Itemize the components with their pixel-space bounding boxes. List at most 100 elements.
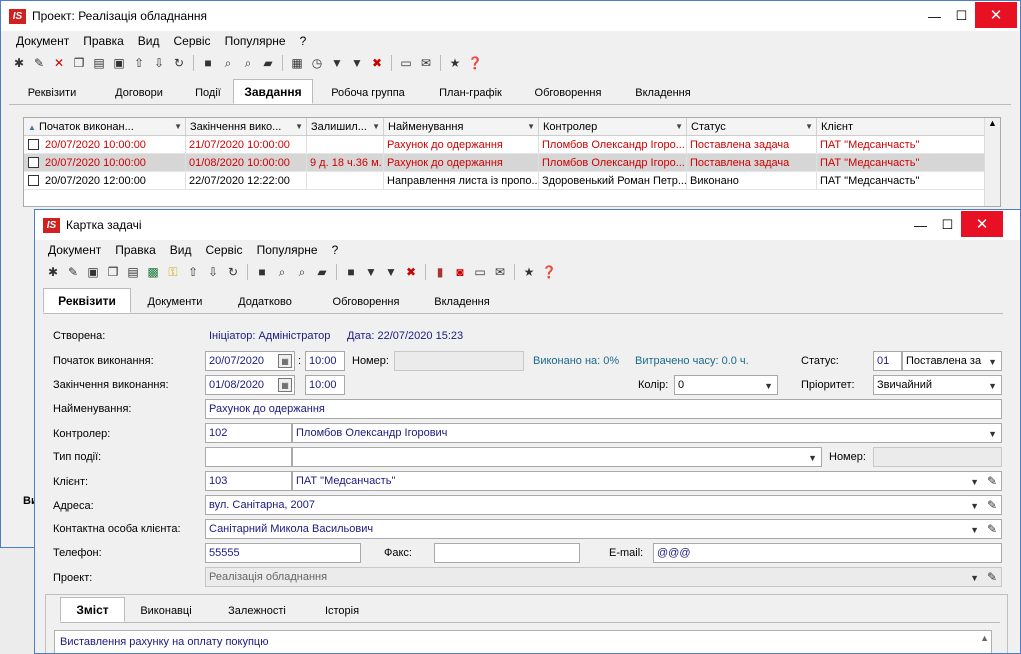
card-star-icon[interactable]: ★ — [519, 262, 539, 282]
col-end[interactable]: Закінчення вико... ▼ — [186, 118, 307, 135]
card-filter-clear-icon[interactable]: ✖ — [401, 262, 421, 282]
pencil-icon[interactable]: ✎ — [987, 570, 997, 584]
bottom-tab-executors[interactable]: Виконавці — [125, 599, 207, 622]
card-export-icon[interactable]: ⇧ — [183, 262, 203, 282]
table-row[interactable]: 20/07/2020 12:00:00 22/07/2020 12:22:00 На… — [24, 172, 1000, 190]
card-pin-icon[interactable]: ▰ — [312, 262, 332, 282]
grid-scrollbar[interactable]: ▲ — [984, 118, 1000, 206]
card-tab-attachments[interactable]: Вкладення — [421, 290, 503, 313]
excel-icon[interactable]: ▩ — [143, 262, 163, 282]
tab-schedule[interactable]: План-графік — [423, 81, 518, 104]
square-icon[interactable]: ■ — [198, 53, 218, 73]
phone-field[interactable]: 55555 — [205, 543, 361, 563]
menu-view[interactable]: Вид — [131, 34, 167, 48]
card-filter-add-icon[interactable]: ▼ — [381, 262, 401, 282]
print-icon[interactable]: ▤ — [89, 53, 109, 73]
card-import-icon[interactable]: ⇩ — [203, 262, 223, 282]
filter-add-icon[interactable]: ▼ — [347, 53, 367, 73]
tab-attachments[interactable]: Вкладення — [618, 81, 708, 104]
start-calendar-icon[interactable]: ▦ — [278, 354, 292, 368]
end-time-field[interactable]: 10:00 — [305, 375, 345, 395]
controller-code-field[interactable]: 102 — [205, 423, 292, 443]
pencil-icon[interactable]: ✎ — [987, 474, 997, 488]
name-field[interactable]: Рахунок до одержання — [205, 399, 1002, 419]
card-menu-popular[interactable]: Популярне — [250, 243, 325, 257]
table-row[interactable]: 20/07/2020 10:00:00 01/08/2020 10:00:00 9 … — [24, 154, 1000, 172]
status-select[interactable]: Поставлена за ▼ — [902, 351, 1002, 371]
refresh-icon[interactable]: ↻ — [169, 53, 189, 73]
client-code-field[interactable]: 103 — [205, 471, 292, 491]
card-filter-icon[interactable]: ▼ — [361, 262, 381, 282]
tab-tasks[interactable]: Завдання — [233, 79, 313, 104]
end-calendar-icon[interactable]: ▦ — [278, 378, 292, 392]
col-controller[interactable]: Контролер ▼ — [539, 118, 687, 135]
card-tab-discussion[interactable]: Обговорення — [311, 290, 421, 313]
edit-icon[interactable]: ✎ — [29, 53, 49, 73]
card-new-icon[interactable]: ✱ — [43, 262, 63, 282]
col-name[interactable]: Найменування ▼ — [384, 118, 539, 135]
col-start[interactable]: ▲ Початок виконан... ▼ — [24, 118, 186, 135]
pencil-icon[interactable]: ✎ — [987, 498, 997, 512]
tab-workgroup[interactable]: Робоча группа — [313, 81, 423, 104]
card-print-icon[interactable]: ▤ — [123, 262, 143, 282]
row-checkbox[interactable] — [28, 157, 39, 168]
table-icon[interactable]: ▦ — [287, 53, 307, 73]
minimize-icon[interactable]: — — [921, 1, 948, 31]
mail-icon[interactable]: ✉ — [416, 53, 436, 73]
calendar-icon[interactable]: ◷ — [307, 53, 327, 73]
export-icon[interactable]: ⇧ — [129, 53, 149, 73]
search-next-icon[interactable]: ⌕ — [238, 53, 258, 73]
table-row[interactable]: 20/07/2020 10:00:00 21/07/2020 10:00:00 Ра… — [24, 136, 1000, 154]
card-tab-documents[interactable]: Документи — [131, 290, 219, 313]
maximize-icon[interactable]: ☐ — [948, 1, 975, 31]
scroll-up-icon[interactable]: ▲ — [980, 633, 989, 643]
card-edit-icon[interactable]: ✎ — [63, 262, 83, 282]
client-select[interactable]: ПАТ "Медсанчасть" ▼ ✎ — [292, 471, 1002, 491]
content-textarea[interactable]: Виставлення рахунку на оплату покупцю ▲ — [54, 630, 992, 653]
card-search-icon[interactable]: ⌕ — [272, 262, 292, 282]
menu-document[interactable]: Документ — [9, 34, 76, 48]
card-mail-icon[interactable]: ✉ — [490, 262, 510, 282]
filter-icon[interactable]: ▼ — [327, 53, 347, 73]
bottom-tab-content[interactable]: Зміст — [60, 597, 125, 622]
menu-popular[interactable]: Популярне — [218, 34, 293, 48]
card-close-icon[interactable]: ✕ — [961, 211, 1003, 237]
card-search-next-icon[interactable]: ⌕ — [292, 262, 312, 282]
col-status[interactable]: Статус ▼ — [687, 118, 817, 135]
tab-events[interactable]: Події — [183, 81, 233, 104]
window-icon[interactable]: ▭ — [396, 53, 416, 73]
card-refresh-icon[interactable]: ↻ — [223, 262, 243, 282]
new-icon[interactable]: ✱ — [9, 53, 29, 73]
record-icon[interactable]: ◙ — [450, 262, 470, 282]
email-field[interactable]: @@@ — [653, 543, 1002, 563]
end-date-field[interactable]: 01/08/2020 ▦ — [205, 375, 295, 395]
pencil-icon[interactable]: ✎ — [987, 522, 997, 536]
document-icon[interactable]: ▣ — [109, 53, 129, 73]
card-maximize-icon[interactable]: ☐ — [934, 210, 961, 240]
import-icon[interactable]: ⇩ — [149, 53, 169, 73]
bottom-tab-history[interactable]: Історія — [307, 599, 377, 622]
card-tab-requisites[interactable]: Реквізити — [43, 288, 131, 313]
menu-service[interactable]: Сервіс — [167, 34, 218, 48]
menu-edit[interactable]: Правка — [76, 34, 131, 48]
col-client[interactable]: Клієнт — [817, 118, 985, 135]
bottom-tab-dependencies[interactable]: Залежності — [207, 599, 307, 622]
card-window-icon[interactable]: ▭ — [470, 262, 490, 282]
filter-clear-icon[interactable]: ✖ — [367, 53, 387, 73]
delete-icon[interactable]: ✕ — [49, 53, 69, 73]
event-code-field[interactable] — [205, 447, 292, 467]
start-time-field[interactable]: 10:00 — [305, 351, 345, 371]
fax-field[interactable] — [434, 543, 580, 563]
col-remaining[interactable]: Залишил... ▼ — [307, 118, 384, 135]
status-code-field[interactable]: 01 — [873, 351, 902, 371]
card-menu-service[interactable]: Сервіс — [199, 243, 250, 257]
row-checkbox[interactable] — [28, 175, 39, 186]
tab-discussion[interactable]: Обговорення — [518, 81, 618, 104]
controller-select[interactable]: Пломбов Олександр Ігорович ▼ — [292, 423, 1002, 443]
card-minimize-icon[interactable]: — — [907, 210, 934, 240]
start-date-field[interactable]: 20/07/2020 ▦ — [205, 351, 295, 371]
menu-help[interactable]: ? — [293, 34, 314, 48]
color-select[interactable]: 0 ▼ — [674, 375, 778, 395]
bar-icon[interactable]: ▮ — [430, 262, 450, 282]
address-select[interactable]: вул. Санітарна, 2007 ▼ ✎ — [205, 495, 1002, 515]
